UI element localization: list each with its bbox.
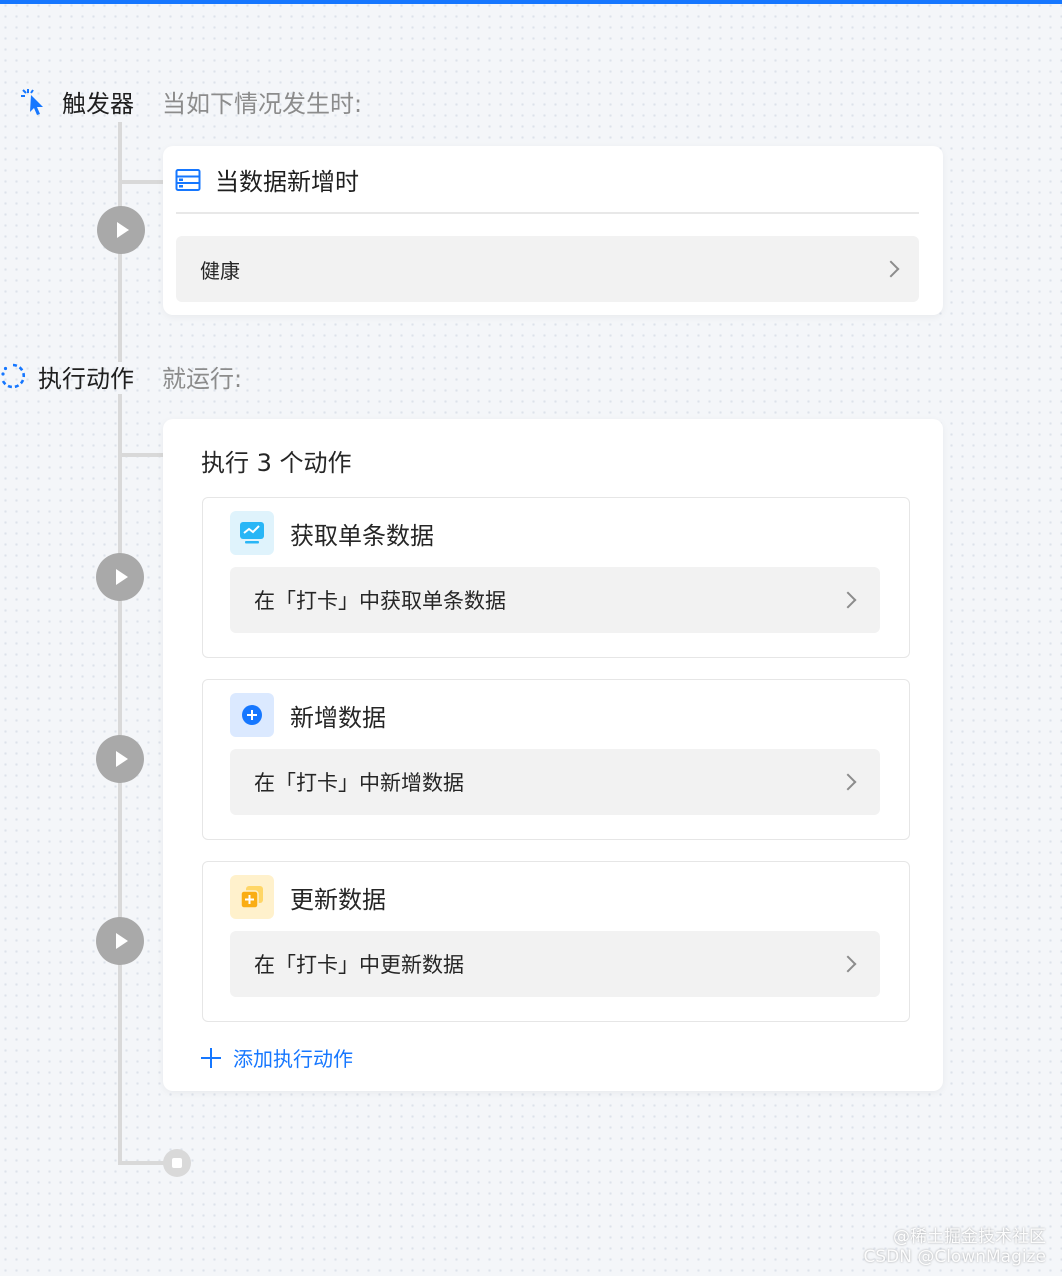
chevron-right-icon [882, 260, 900, 278]
plus-icon [201, 1047, 221, 1068]
trigger-card-header: 当数据新增时 [175, 162, 359, 197]
action-item-title: 更新数据 [290, 885, 386, 914]
trigger-form-value: 健康 [200, 258, 240, 283]
add-action-button[interactable]: 添加执行动作 [201, 1043, 353, 1072]
play-icon [116, 933, 128, 949]
trigger-section-subtitle: 当如下情况发生时: [162, 90, 363, 118]
run-step-button[interactable] [96, 553, 144, 601]
play-icon [116, 751, 128, 767]
chevron-right-icon [839, 591, 857, 609]
trigger-form-selector[interactable]: 健康 [176, 236, 919, 302]
trigger-card: 当数据新增时 健康 [163, 146, 943, 315]
watermark-line1: @稀土掘金技术社区 [893, 1227, 1046, 1247]
action-item: 更新数据 在「打卡」中更新数据 [202, 861, 910, 1022]
data-table-icon [175, 168, 201, 192]
flow-end-node [163, 1149, 191, 1177]
run-step-button[interactable] [96, 735, 144, 783]
run-step-button[interactable] [96, 917, 144, 965]
play-icon [117, 222, 129, 238]
action-item-description: 在「打卡」中获取单条数据 [254, 589, 506, 613]
chart-monitor-icon [230, 511, 274, 555]
action-item-description: 在「打卡」中更新数据 [254, 953, 464, 977]
add-action-label: 添加执行动作 [233, 1047, 353, 1071]
action-section-subtitle: 就运行: [162, 365, 243, 393]
run-step-button[interactable] [97, 206, 145, 254]
action-item-header: 新增数据 [230, 693, 386, 737]
action-item-header: 更新数据 [230, 875, 386, 919]
flow-branch-line [118, 1161, 164, 1165]
action-section-header: 执行动作 就运行: [0, 359, 242, 394]
action-count-label: 执行 3 个动作 [201, 449, 352, 477]
action-item-config[interactable]: 在「打卡」中新增数据 [230, 749, 880, 815]
trigger-section-label: 触发器 [62, 90, 134, 118]
action-item-title: 获取单条数据 [290, 521, 434, 550]
action-section-label: 执行动作 [38, 365, 134, 393]
top-progress-bar [0, 0, 1062, 4]
trigger-card-title: 当数据新增时 [215, 168, 359, 196]
watermark-line2: CSDN @ClownMagize [863, 1247, 1046, 1267]
action-item: 新增数据 在「打卡」中新增数据 [202, 679, 910, 840]
action-item-description: 在「打卡」中新增数据 [254, 771, 464, 795]
flow-branch-line [118, 180, 163, 184]
loading-spinner-icon [0, 362, 26, 392]
action-item-title: 新增数据 [290, 703, 386, 732]
flow-branch-line [118, 453, 163, 457]
chevron-right-icon [839, 773, 857, 791]
stacked-add-icon [230, 875, 274, 919]
chevron-right-icon [839, 955, 857, 973]
cursor-click-icon [20, 87, 50, 117]
action-item-header: 获取单条数据 [230, 511, 434, 555]
plus-circle-icon [230, 693, 274, 737]
divider [176, 212, 919, 214]
action-item-config[interactable]: 在「打卡」中更新数据 [230, 931, 880, 997]
action-item-config[interactable]: 在「打卡」中获取单条数据 [230, 567, 880, 633]
play-icon [116, 569, 128, 585]
action-card: 执行 3 个动作 获取单条数据 在「打卡」中获取单条数据 新增数据 在「打卡」中… [163, 419, 943, 1091]
trigger-section-header: 触发器 当如下情况发生时: [20, 84, 362, 119]
action-item: 获取单条数据 在「打卡」中获取单条数据 [202, 497, 910, 658]
